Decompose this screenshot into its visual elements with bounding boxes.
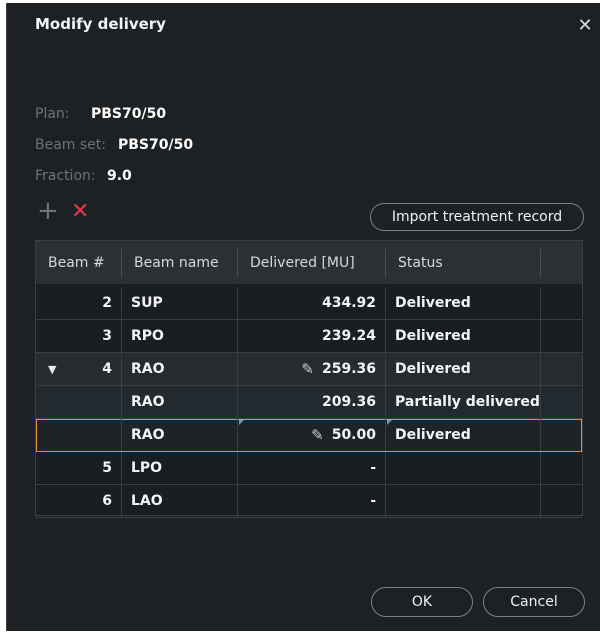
fraction-row: Fraction: 9.0 [35, 168, 132, 184]
table-row[interactable]: 5 LPO - [36, 452, 582, 485]
status-cell: Delivered [386, 320, 541, 352]
beamset-row: Beam set: PBS70/50 [35, 137, 193, 153]
plan-label: Plan: [35, 106, 70, 122]
delivered-mu-cell: - [238, 485, 386, 517]
close-icon[interactable]: ✕ [576, 17, 594, 35]
beam-name-cell: SUP [122, 287, 238, 319]
dialog-title: Modify delivery [35, 15, 166, 33]
delivered-mu-cell: 209.36 [238, 386, 386, 418]
delivered-mu-cell[interactable]: ✎ 259.36 [238, 353, 386, 385]
beam-name-cell: RAO [122, 386, 238, 418]
delivered-mu-cell: 434.92 [238, 287, 386, 319]
table-row[interactable]: 2 SUP 434.92 Delivered [36, 287, 582, 320]
modify-delivery-dialog: Modify delivery ✕ Plan: PBS70/50 Beam set… [6, 3, 600, 631]
beam-number-cell: 3 [36, 320, 122, 352]
status-cell: Delivered [386, 419, 541, 451]
header-delivered-mu[interactable]: Delivered [MU] [238, 249, 386, 277]
table-row[interactable]: 6 LAO - [36, 485, 582, 518]
status-cell: Delivered [386, 287, 541, 319]
pencil-edit-icon: ✎ [301, 360, 314, 378]
fraction-label: Fraction: [35, 168, 96, 184]
beam-number-cell: 5 [36, 452, 122, 484]
beamset-label: Beam set: [35, 137, 106, 153]
table-row-expanded[interactable]: ▼ 4 RAO ✎ 259.36 Delivered [36, 353, 582, 386]
delivered-mu-value: 259.36 [321, 361, 376, 377]
table-row-selected[interactable]: RAO ✎ 50.00 Delivered [36, 419, 582, 452]
table-row-child[interactable]: RAO 209.36 Partially delivered [36, 386, 582, 419]
plus-icon[interactable]: + [37, 198, 59, 224]
beam-number-cell [36, 386, 122, 418]
plan-row: Plan: PBS70/50 [35, 106, 166, 122]
cancel-button[interactable]: Cancel [483, 587, 585, 617]
beam-name-cell: RAO [122, 419, 238, 451]
beam-number-cell: 6 [36, 485, 122, 517]
table-row[interactable]: 3 RPO 239.24 Delivered [36, 320, 582, 353]
plan-value: PBS70/50 [91, 106, 167, 122]
delivered-mu-cell[interactable]: ✎ 50.00 [238, 419, 386, 451]
status-cell [386, 485, 541, 517]
delivered-mu-cell: 239.24 [238, 320, 386, 352]
table-header: Beam # Beam name Delivered [MU] Status [36, 241, 582, 284]
pencil-edit-icon: ✎ [311, 426, 324, 444]
editable-corner-marker [239, 420, 244, 425]
import-treatment-record-button[interactable]: Import treatment record [370, 203, 584, 231]
fraction-value: 9.0 [107, 168, 132, 184]
beam-number-cell [36, 419, 122, 451]
delivered-mu-cell: - [238, 452, 386, 484]
editable-corner-marker [387, 420, 392, 425]
delivered-mu-value: 50.00 [331, 427, 376, 443]
header-status[interactable]: Status [386, 249, 541, 277]
header-beam-number[interactable]: Beam # [36, 249, 122, 277]
beamset-value: PBS70/50 [118, 137, 194, 153]
ok-button[interactable]: OK [371, 587, 473, 617]
status-cell: Partially delivered [386, 386, 541, 418]
status-cell: Delivered [386, 353, 541, 385]
beam-name-cell: LPO [122, 452, 238, 484]
delete-x-icon[interactable]: ✕ [71, 201, 93, 223]
status-cell [386, 452, 541, 484]
beam-name-cell: RAO [122, 353, 238, 385]
beam-name-cell: RPO [122, 320, 238, 352]
beam-delivery-table: Beam # Beam name Delivered [MU] Status 2… [35, 240, 583, 518]
beam-number-cell: 4 [36, 353, 122, 385]
beam-name-cell: LAO [122, 485, 238, 517]
header-beam-name[interactable]: Beam name [122, 249, 238, 277]
beam-number-cell: 2 [36, 287, 122, 319]
